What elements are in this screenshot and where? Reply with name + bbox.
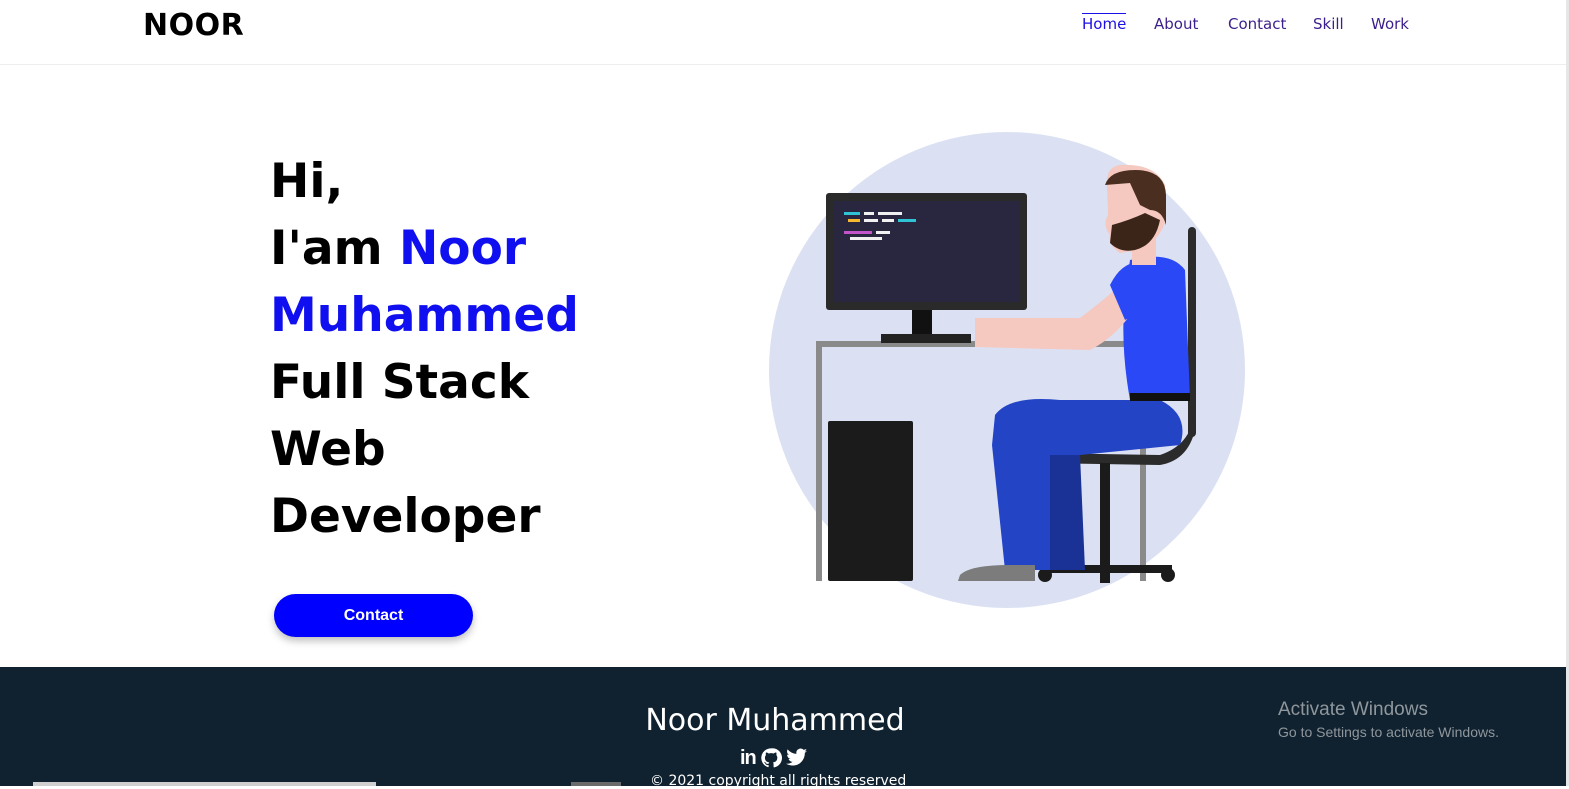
chair-wheel [1161, 568, 1175, 582]
linkedin-icon[interactable]: in [740, 747, 757, 769]
code-line [864, 212, 874, 215]
activate-windows-watermark: Activate Windows Go to Settings to activ… [1278, 699, 1499, 740]
code-line [844, 212, 860, 215]
site-header: NOOR Home About Contact Skill Work [0, 0, 1566, 65]
horizontal-scrollbar-thumb[interactable] [571, 782, 621, 786]
social-links: in [740, 747, 808, 769]
cpu-tower [828, 421, 913, 581]
person-belt [1130, 393, 1190, 401]
monitor-base [881, 334, 971, 343]
desk-leg-left [816, 341, 822, 581]
nav-link-home[interactable]: Home [1082, 13, 1127, 33]
hero-heading: Hi, I'am Noor Muhammed Full Stack Web De… [270, 148, 579, 550]
code-line [882, 219, 894, 222]
code-line [848, 219, 860, 222]
code-line [898, 219, 916, 222]
activate-windows-title: Activate Windows [1278, 699, 1428, 720]
nav-link-contact[interactable]: Contact [1228, 15, 1286, 33]
code-line [876, 231, 890, 234]
monitor-stand [912, 310, 932, 338]
chair-back [1188, 227, 1196, 437]
chair-wheel [1038, 568, 1052, 582]
hero-role-line1: Full Stack [270, 355, 529, 410]
site-footer: Noor Muhammed in © 2021 copyright all ri… [0, 667, 1566, 789]
hero-intro-prefix: I'am [270, 221, 383, 276]
nav-link-about[interactable]: About [1154, 15, 1198, 33]
hero-role-line3: Developer [270, 489, 541, 544]
hero-name-last: Muhammed [270, 288, 579, 343]
nav-link-skill[interactable]: Skill [1313, 15, 1344, 33]
monitor-screen [834, 201, 1019, 302]
person-leg-back [1050, 455, 1085, 570]
site-logo[interactable]: NOOR [143, 8, 244, 43]
hero-name-first: Noor [398, 221, 527, 276]
copyright-text: © 2021 copyright all rights reserved [650, 773, 907, 789]
horizontal-scrollbar-thumb[interactable] [33, 782, 376, 786]
code-line [864, 219, 878, 222]
contact-button[interactable]: Contact [274, 594, 473, 637]
activate-windows-subtitle: Go to Settings to activate Windows. [1278, 724, 1499, 740]
nav-link-work[interactable]: Work [1371, 15, 1409, 33]
github-icon[interactable] [760, 747, 782, 769]
code-line [878, 212, 902, 215]
twitter-icon[interactable] [785, 747, 808, 769]
code-line [844, 231, 872, 234]
hero-role-line2: Web [270, 422, 386, 477]
code-line [850, 237, 882, 240]
developer-at-desk-illustration [769, 132, 1245, 608]
hero-greeting: Hi, [270, 154, 344, 209]
hero-intro-line: I'am Noor [270, 215, 579, 282]
